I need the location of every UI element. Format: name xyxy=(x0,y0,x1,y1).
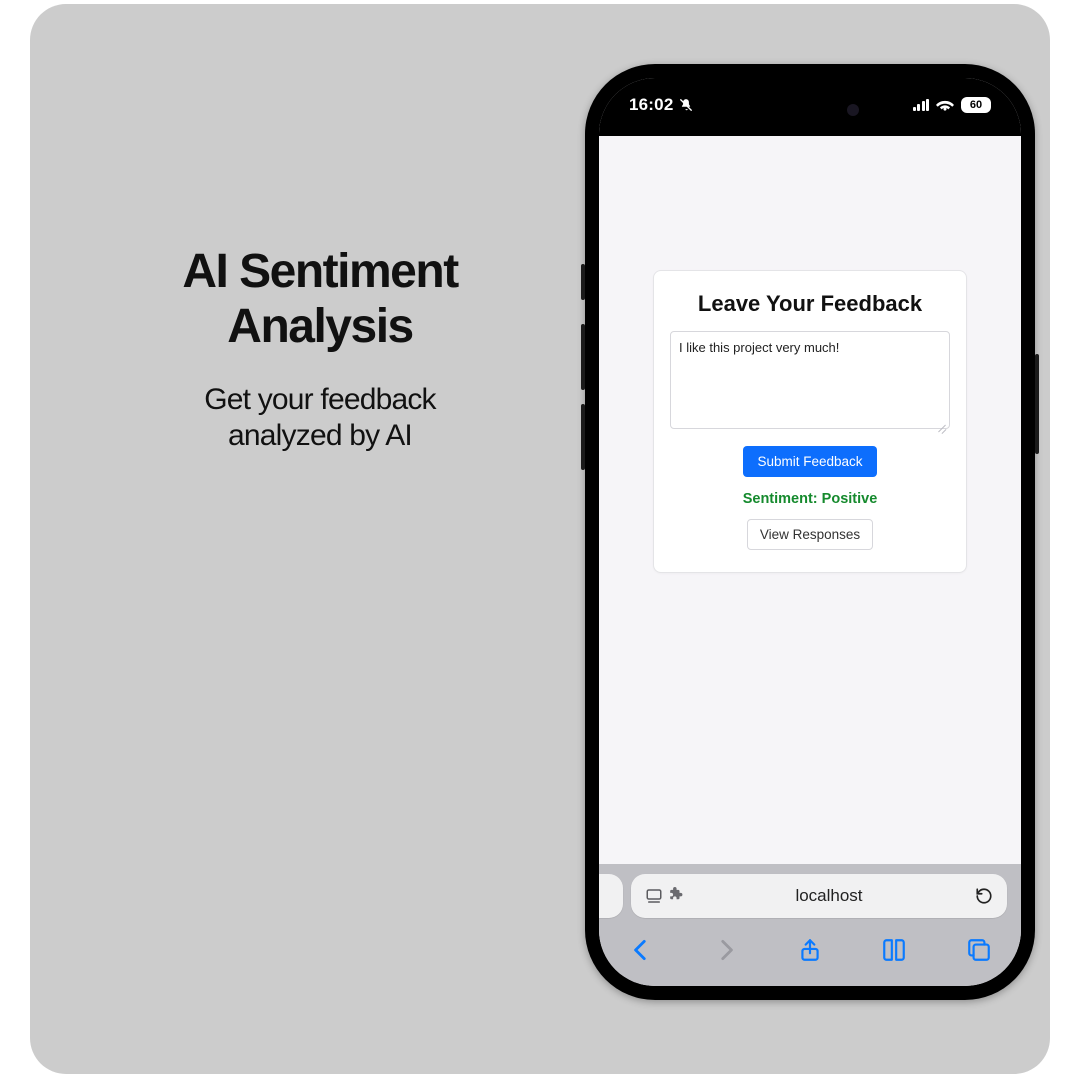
extension-icon[interactable] xyxy=(669,887,683,906)
phone-screen: 16:02 60 xyxy=(599,78,1021,986)
view-responses-button[interactable]: View Responses xyxy=(747,519,873,550)
safari-toolbar: localhost xyxy=(599,864,1021,986)
phone-side-button xyxy=(581,404,585,470)
feedback-textarea[interactable] xyxy=(670,331,950,429)
headline-subtitle-line2: analyzed by AI xyxy=(228,419,412,452)
reload-icon[interactable] xyxy=(975,887,993,905)
page-settings-icon[interactable] xyxy=(645,887,663,905)
url-host: localhost xyxy=(683,886,975,906)
cellular-signal-icon xyxy=(913,99,930,111)
statusbar-time: 16:02 xyxy=(629,95,673,115)
phone-frame: 16:02 60 xyxy=(585,64,1035,1000)
dynamic-island xyxy=(745,92,875,128)
wifi-icon xyxy=(936,98,954,112)
submit-feedback-button[interactable]: Submit Feedback xyxy=(743,446,876,477)
bookmarks-icon[interactable] xyxy=(881,937,907,963)
textarea-resize-handle-icon[interactable] xyxy=(937,421,947,431)
phone-side-button xyxy=(581,324,585,390)
safari-nav-row xyxy=(599,926,1021,974)
headline-subtitle-line1: Get your feedback xyxy=(204,383,436,416)
silent-mode-icon xyxy=(679,98,693,112)
headline-block: AI Sentiment Analysis Get your feedback … xyxy=(100,244,540,454)
statusbar-left: 16:02 xyxy=(629,95,693,115)
prev-tab-peek[interactable] xyxy=(599,874,623,918)
back-button-icon[interactable] xyxy=(628,937,654,963)
textarea-wrap xyxy=(670,331,950,434)
phone-side-button xyxy=(581,264,585,300)
headline-title: AI Sentiment Analysis xyxy=(100,244,540,354)
stage: AI Sentiment Analysis Get your feedback … xyxy=(30,4,1050,1074)
url-bar[interactable]: localhost xyxy=(631,874,1007,918)
front-camera-icon xyxy=(847,104,859,116)
headline-title-line2: Analysis xyxy=(227,300,412,353)
headline-title-line1: AI Sentiment xyxy=(182,245,457,298)
battery-level-badge: 60 xyxy=(961,97,991,113)
share-icon[interactable] xyxy=(797,937,823,963)
webpage-content: Leave Your Feedback Submit Feedback Sent… xyxy=(599,136,1021,864)
sentiment-result: Sentiment: Positive xyxy=(670,491,950,507)
card-heading: Leave Your Feedback xyxy=(670,291,950,317)
headline-subtitle: Get your feedback analyzed by AI xyxy=(100,382,540,454)
statusbar-right: 60 xyxy=(913,97,992,113)
tabs-icon[interactable] xyxy=(966,937,992,963)
forward-button-icon xyxy=(713,937,739,963)
phone-side-button xyxy=(1035,354,1039,454)
feedback-card: Leave Your Feedback Submit Feedback Sent… xyxy=(653,270,967,573)
